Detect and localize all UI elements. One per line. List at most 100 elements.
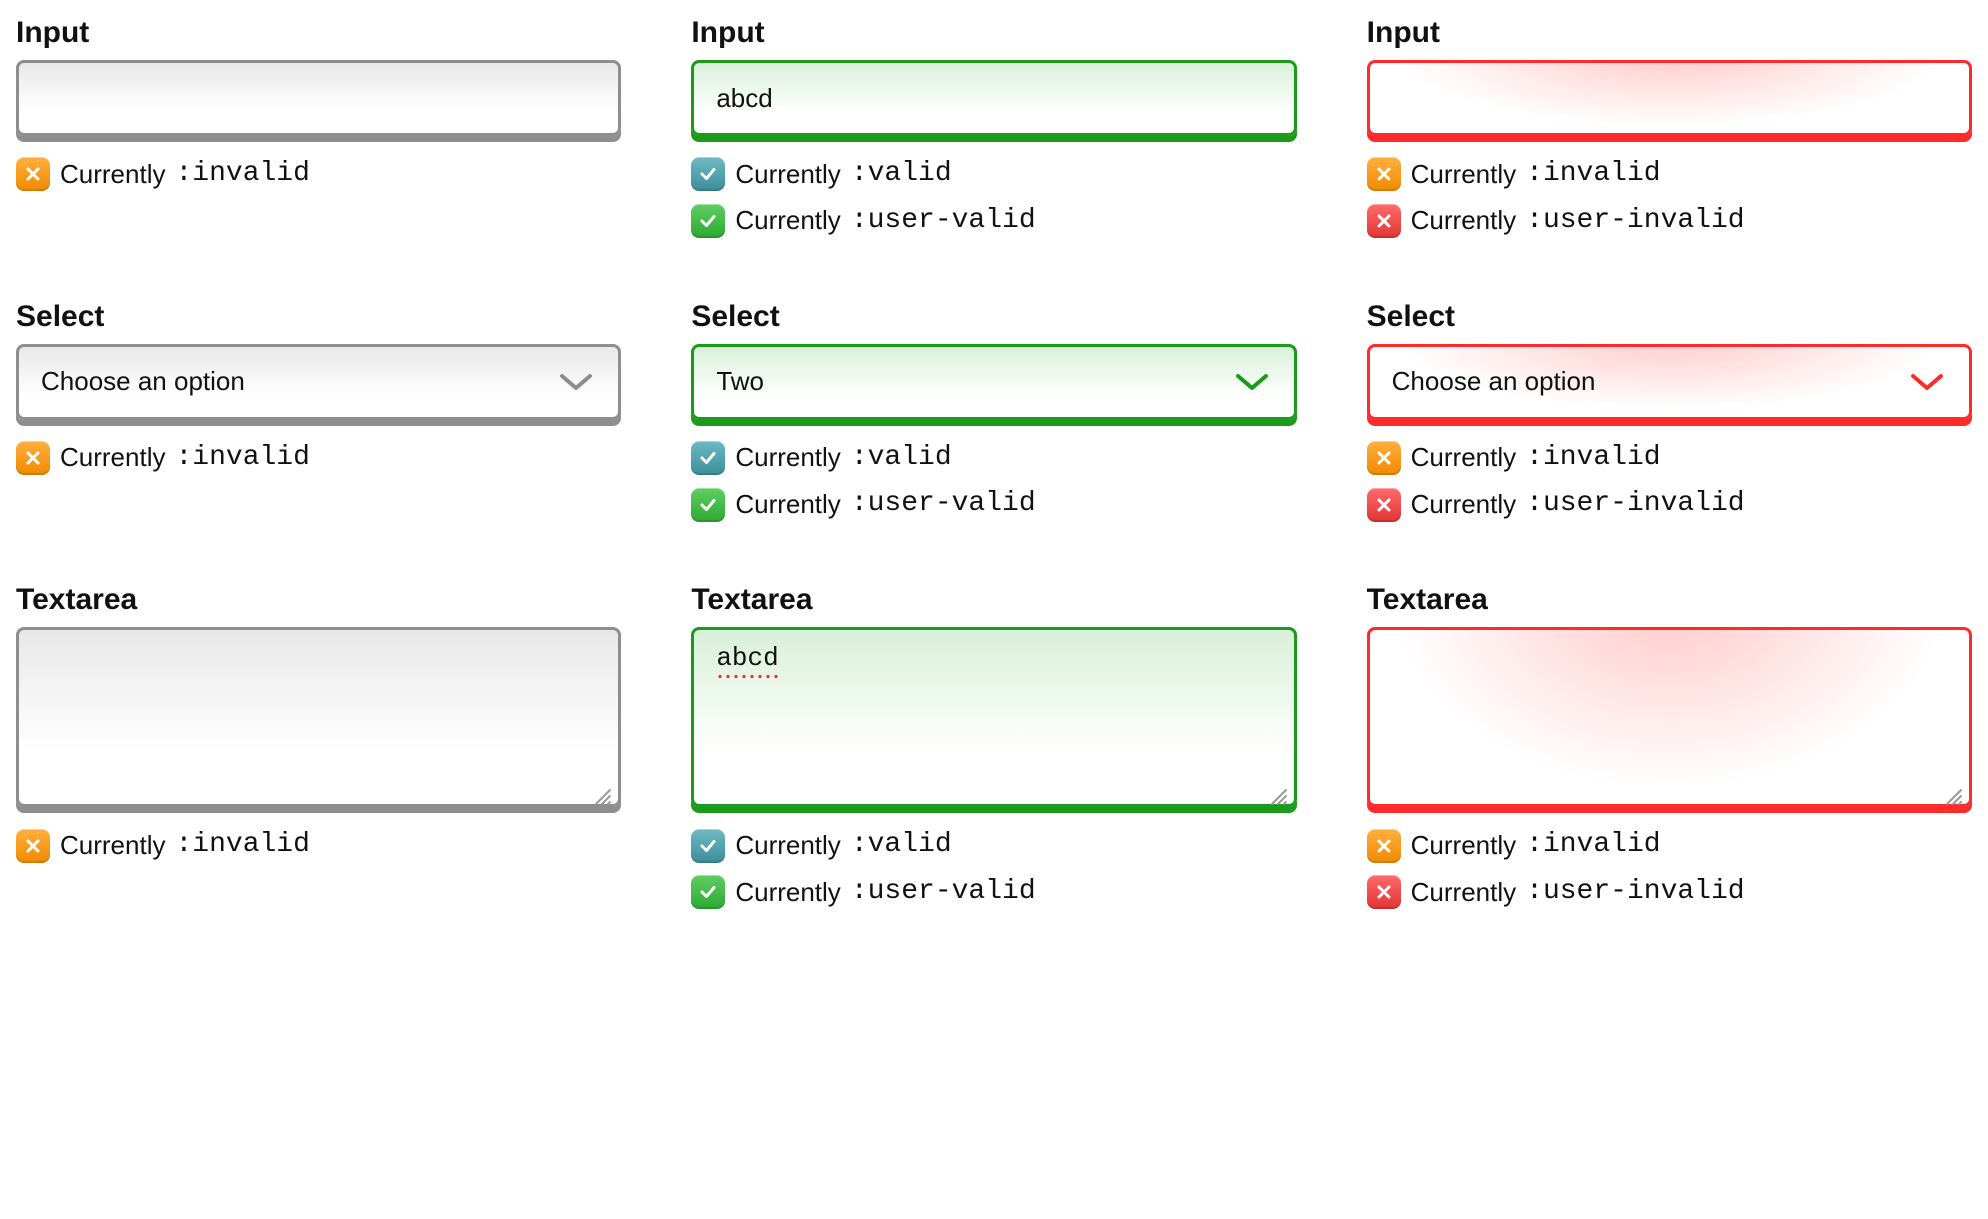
status-line: Currently :invalid xyxy=(16,152,621,197)
check-teal-icon xyxy=(691,829,725,863)
status-line: Currently :valid xyxy=(691,823,1296,868)
x-orange-icon xyxy=(1367,441,1401,475)
x-red-icon xyxy=(1367,204,1401,238)
field-label: Select xyxy=(16,300,621,334)
status-pseudo: :user-invalid xyxy=(1526,482,1744,527)
status-pseudo: :user-invalid xyxy=(1526,199,1744,244)
status-pseudo: :valid xyxy=(851,436,952,481)
status-prefix: Currently xyxy=(1411,154,1516,196)
check-teal-icon xyxy=(691,441,725,475)
status-pseudo: :user-valid xyxy=(851,482,1036,527)
status-prefix: Currently xyxy=(735,154,840,196)
status-pseudo: :user-valid xyxy=(851,870,1036,915)
x-orange-icon xyxy=(1367,157,1401,191)
status-prefix: Currently xyxy=(735,437,840,479)
status-pseudo: :invalid xyxy=(1526,152,1660,197)
select-input[interactable]: Choose an option xyxy=(16,344,621,420)
status-prefix: Currently xyxy=(60,154,165,196)
chevron-down-icon xyxy=(556,370,596,394)
x-orange-icon xyxy=(16,441,50,475)
textarea-input[interactable]: abcd xyxy=(691,627,1296,807)
check-green-icon xyxy=(691,488,725,522)
status-prefix: Currently xyxy=(1411,200,1516,242)
field-label: Select xyxy=(1367,300,1972,334)
status-pseudo: :invalid xyxy=(1526,436,1660,481)
field-label: Textarea xyxy=(16,583,621,617)
status-prefix: Currently xyxy=(60,437,165,479)
select-cell-invalid: Select Choose an option Currently :inval… xyxy=(1367,300,1972,528)
x-orange-icon xyxy=(16,829,50,863)
status-line: Currently :user-invalid xyxy=(1367,482,1972,527)
resize-grip-icon[interactable] xyxy=(1945,782,1963,800)
text-input[interactable]: abcd xyxy=(691,60,1296,136)
input-cell-untouched: Input Currently :invalid xyxy=(16,16,621,244)
resize-grip-icon[interactable] xyxy=(1270,782,1288,800)
text-input[interactable] xyxy=(1367,60,1972,136)
status-pseudo: :invalid xyxy=(175,436,309,481)
chevron-down-icon xyxy=(1232,370,1272,394)
status-prefix: Currently xyxy=(735,200,840,242)
status-line: Currently :invalid xyxy=(1367,152,1972,197)
field-label: Textarea xyxy=(1367,583,1972,617)
status-line: Currently :invalid xyxy=(16,436,621,481)
select-value: Two xyxy=(716,366,764,397)
spellcheck-underline-icon xyxy=(716,674,778,679)
field-label: Select xyxy=(691,300,1296,334)
status-pseudo: :invalid xyxy=(175,152,309,197)
form-validity-grid: Input Currently :invalid Input abcd Curr… xyxy=(16,16,1972,915)
status-prefix: Currently xyxy=(735,825,840,867)
status-line: Currently :valid xyxy=(691,152,1296,197)
textarea-cell-invalid: Textarea Currently :invalid Currently :u… xyxy=(1367,583,1972,915)
select-value: Choose an option xyxy=(1392,366,1596,397)
textarea-value: abcd xyxy=(716,644,778,673)
status-prefix: Currently xyxy=(1411,484,1516,526)
input-cell-invalid: Input Currently :invalid Currently :user… xyxy=(1367,16,1972,244)
resize-grip-icon[interactable] xyxy=(594,782,612,800)
textarea-input[interactable] xyxy=(16,627,621,807)
text-input[interactable] xyxy=(16,60,621,136)
field-label: Textarea xyxy=(691,583,1296,617)
select-value: Choose an option xyxy=(41,366,245,397)
status-line: Currently :user-valid xyxy=(691,482,1296,527)
status-line: Currently :user-invalid xyxy=(1367,870,1972,915)
status-pseudo: :valid xyxy=(851,152,952,197)
status-line: Currently :user-valid xyxy=(691,870,1296,915)
status-line: Currently :invalid xyxy=(1367,823,1972,868)
status-line: Currently :user-invalid xyxy=(1367,199,1972,244)
select-input[interactable]: Choose an option xyxy=(1367,344,1972,420)
status-pseudo: :user-invalid xyxy=(1526,870,1744,915)
input-value: abcd xyxy=(716,83,772,114)
status-pseudo: :invalid xyxy=(1526,823,1660,868)
status-prefix: Currently xyxy=(60,825,165,867)
status-prefix: Currently xyxy=(1411,437,1516,479)
status-pseudo: :valid xyxy=(851,823,952,868)
x-orange-icon xyxy=(16,157,50,191)
status-prefix: Currently xyxy=(1411,872,1516,914)
select-cell-untouched: Select Choose an option Currently :inval… xyxy=(16,300,621,528)
field-label: Input xyxy=(1367,16,1972,50)
status-pseudo: :invalid xyxy=(175,823,309,868)
chevron-down-icon xyxy=(1907,370,1947,394)
check-teal-icon xyxy=(691,157,725,191)
check-green-icon xyxy=(691,204,725,238)
field-label: Input xyxy=(16,16,621,50)
status-pseudo: :user-valid xyxy=(851,199,1036,244)
x-red-icon xyxy=(1367,875,1401,909)
status-prefix: Currently xyxy=(735,484,840,526)
status-line: Currently :invalid xyxy=(16,823,621,868)
textarea-input[interactable] xyxy=(1367,627,1972,807)
select-cell-valid: Select Two Currently :valid Currently :u… xyxy=(691,300,1296,528)
status-line: Currently :user-valid xyxy=(691,199,1296,244)
x-orange-icon xyxy=(1367,829,1401,863)
select-input[interactable]: Two xyxy=(691,344,1296,420)
field-label: Input xyxy=(691,16,1296,50)
x-red-icon xyxy=(1367,488,1401,522)
textarea-cell-untouched: Textarea Currently :invalid xyxy=(16,583,621,915)
status-line: Currently :invalid xyxy=(1367,436,1972,481)
status-prefix: Currently xyxy=(735,872,840,914)
status-line: Currently :valid xyxy=(691,436,1296,481)
input-cell-valid: Input abcd Currently :valid Currently :u… xyxy=(691,16,1296,244)
textarea-cell-valid: Textarea abcd Currently :valid Currently… xyxy=(691,583,1296,915)
check-green-icon xyxy=(691,875,725,909)
status-prefix: Currently xyxy=(1411,825,1516,867)
